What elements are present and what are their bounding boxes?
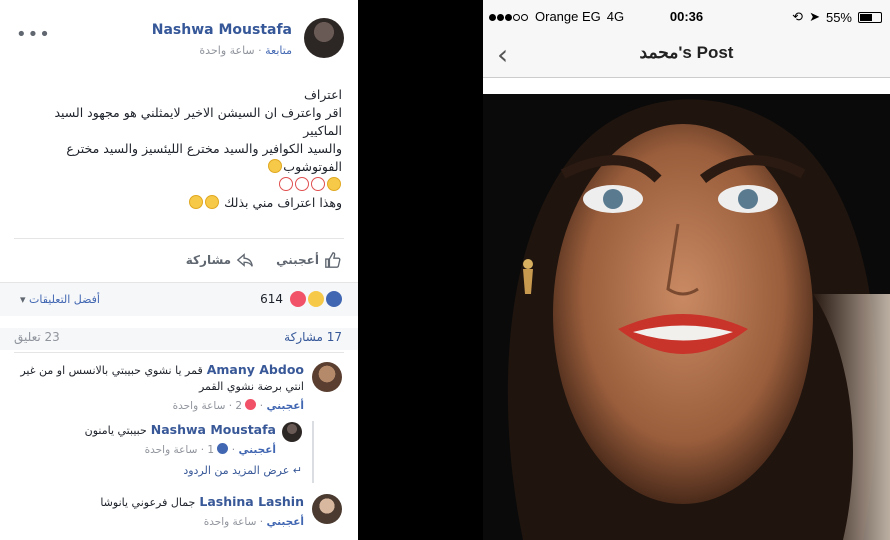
reaction-summary[interactable]: 614 xyxy=(260,291,342,307)
clown-emoji-icon xyxy=(311,177,325,191)
post-line-3-text: والسيد الكوافير والسيد مخترع الليئسيز وا… xyxy=(66,141,342,174)
share-button[interactable]: مشاركة xyxy=(186,250,254,270)
comment-text-line: انتي برضة نشوي القمر xyxy=(198,380,304,393)
status-right: ⟲ ➤ 55% xyxy=(792,9,882,25)
haha-reaction-icon xyxy=(308,291,324,307)
comment-meta: أعجبني · ساعة واحدة xyxy=(203,516,304,528)
comment-item: Lashina Lashinجمال فرعوني يانوشا أعجبني … xyxy=(12,494,342,534)
post-line-2: اقر واعترف ان السيشن الاخير لايمثلني هو … xyxy=(54,105,342,138)
caret-down-icon: ▾ xyxy=(20,293,26,306)
post-stats: 17 مشاركة 23 تعليق xyxy=(0,328,358,350)
battery-icon xyxy=(858,11,882,23)
comment-body: Lashina Lashinجمال فرعوني يانوشا أعجبني … xyxy=(12,494,304,530)
post-line-3: والسيد الكوافير والسيد مخترع الليئسيز وا… xyxy=(12,140,342,176)
love-reaction-icon xyxy=(245,399,257,410)
reply-like-button[interactable]: أعجبني xyxy=(238,444,276,456)
wink-tongue-emoji-icon xyxy=(205,195,220,209)
post-line-3-emojis xyxy=(12,176,342,194)
reply-thread-line xyxy=(312,421,314,483)
sort-label: أفضل التعليقات xyxy=(29,293,100,306)
commenter-avatar[interactable] xyxy=(312,494,342,524)
post-header: Nashwa Moustafa متابعة · ساعة واحدة ••• xyxy=(10,14,344,64)
commenter-name[interactable]: Lashina Lashin xyxy=(199,494,304,509)
rotation-lock-icon: ⟲ xyxy=(792,9,804,24)
location-arrow-icon: ➤ xyxy=(809,9,820,24)
share-count[interactable]: 17 مشاركة xyxy=(284,330,342,344)
battery-percent: 55% xyxy=(825,9,852,25)
commenter-name[interactable]: Amany Abdoo xyxy=(207,362,304,377)
divider xyxy=(14,238,344,239)
more-options-icon[interactable]: ••• xyxy=(16,24,51,45)
earring xyxy=(523,259,533,269)
post-text: اعتراف اقر واعترف ان السيشن الاخير لايمث… xyxy=(12,86,342,212)
comment-body: Amany Abdoo قمر يا نشوي حبيبتي بالانسس او… xyxy=(12,362,304,414)
left-iris xyxy=(603,189,623,209)
comment-time: ساعة واحدة xyxy=(172,400,226,412)
comment-meta: أعجبني · 2 · ساعة واحدة xyxy=(172,399,304,412)
like-label: أعجبني xyxy=(276,253,319,267)
reply-meta: أعجبني · 1 · ساعة واحدة xyxy=(144,443,276,456)
view-more-replies-link[interactable]: ↵ عرض المزيد من الردود xyxy=(183,464,302,477)
post-time[interactable]: ساعة واحدة xyxy=(199,44,254,57)
post-line-4: وهذا اعتراف مني بذلك xyxy=(12,194,342,212)
portrait-photo[interactable] xyxy=(483,94,890,540)
author-name[interactable]: Nashwa Moustafa xyxy=(152,22,292,38)
comment-count: 23 تعليق xyxy=(14,330,60,344)
love-reaction-icon xyxy=(290,291,306,307)
commenter-avatar[interactable] xyxy=(312,362,342,392)
comment-like-button[interactable]: أعجبني xyxy=(266,400,304,412)
comment-item: Amany Abdoo قمر يا نشوي حبيبتي بالانسس او… xyxy=(12,362,342,418)
phone-screenshot: Orange EG 4G 00:36 ⟲ ➤ 55% ‹ محمد's Post xyxy=(483,0,890,540)
laughing-emoji-icon xyxy=(268,159,283,173)
comment-time: ساعة واحدة xyxy=(203,516,257,528)
comment-text-line: جمال فرعوني يانوشا xyxy=(100,496,196,509)
post-actions: أعجبني مشاركة xyxy=(16,250,342,270)
comment-reaction-count[interactable]: 2 xyxy=(235,400,242,412)
replier-name[interactable]: Nashwa Moustafa xyxy=(151,422,276,437)
nav-title: محمد's Post xyxy=(639,43,734,62)
share-label: مشاركة xyxy=(185,253,232,267)
nav-bar: ‹ محمد's Post xyxy=(483,30,890,78)
comment-sort-dropdown[interactable]: أفضل التعليقات ▾ xyxy=(16,293,100,306)
comment-like-button[interactable]: أعجبني xyxy=(266,516,304,528)
thumbs-up-icon xyxy=(325,252,341,268)
reactions-bar: 614 أفضل التعليقات ▾ xyxy=(0,282,358,316)
reaction-count: 614 xyxy=(260,292,283,306)
ios-status-bar: Orange EG 4G 00:36 ⟲ ➤ 55% xyxy=(483,0,890,30)
reply-text: Nashwa Moustafa حبيبتي يامنون xyxy=(12,422,276,439)
reply-text-content: حبيبتي يامنون xyxy=(84,424,147,437)
reply-reaction-count[interactable]: 1 xyxy=(207,444,214,456)
divider xyxy=(14,352,344,353)
comment-text: Amany Abdoo قمر يا نشوي حبيبتي بالانسس او… xyxy=(12,362,304,379)
follow-link[interactable]: متابعة xyxy=(265,44,292,57)
more-replies-label: عرض المزيد من الردود xyxy=(183,464,290,477)
right-iris xyxy=(738,189,758,209)
post-line-1: اعتراف xyxy=(303,87,342,102)
share-arrow-icon xyxy=(236,253,253,267)
reply-item: Nashwa Moustafa حبيبتي يامنون أعجبني · 1 … xyxy=(12,422,302,462)
post-meta: متابعة · ساعة واحدة xyxy=(199,44,292,57)
comment-text-line: قمر يا نشوي حبيبتي بالانسس او من غير xyxy=(20,364,203,377)
photo-top-margin xyxy=(483,78,890,94)
reply-body: Nashwa Moustafa حبيبتي يامنون أعجبني · 1 … xyxy=(12,422,276,458)
reply-avatar[interactable] xyxy=(282,422,302,442)
facebook-post-panel: Nashwa Moustafa متابعة · ساعة واحدة ••• … xyxy=(0,0,358,540)
post-line-4-text: وهذا اعتراف مني بذلك xyxy=(224,195,342,210)
reply-time: ساعة واحدة xyxy=(144,444,198,456)
like-reaction-icon xyxy=(217,443,229,454)
author-avatar[interactable] xyxy=(304,18,344,58)
wink-tongue-emoji-icon xyxy=(189,195,204,209)
reply-arrow-icon: ↵ xyxy=(292,464,302,477)
laughing-emoji-icon xyxy=(327,177,341,191)
like-reaction-icon xyxy=(326,291,342,307)
meta-separator: · xyxy=(254,44,262,57)
comment-text: Lashina Lashinجمال فرعوني يانوشا xyxy=(12,494,304,511)
like-button[interactable]: أعجبني xyxy=(276,250,342,270)
clown-emoji-icon xyxy=(295,177,309,191)
clown-emoji-icon xyxy=(279,177,293,191)
